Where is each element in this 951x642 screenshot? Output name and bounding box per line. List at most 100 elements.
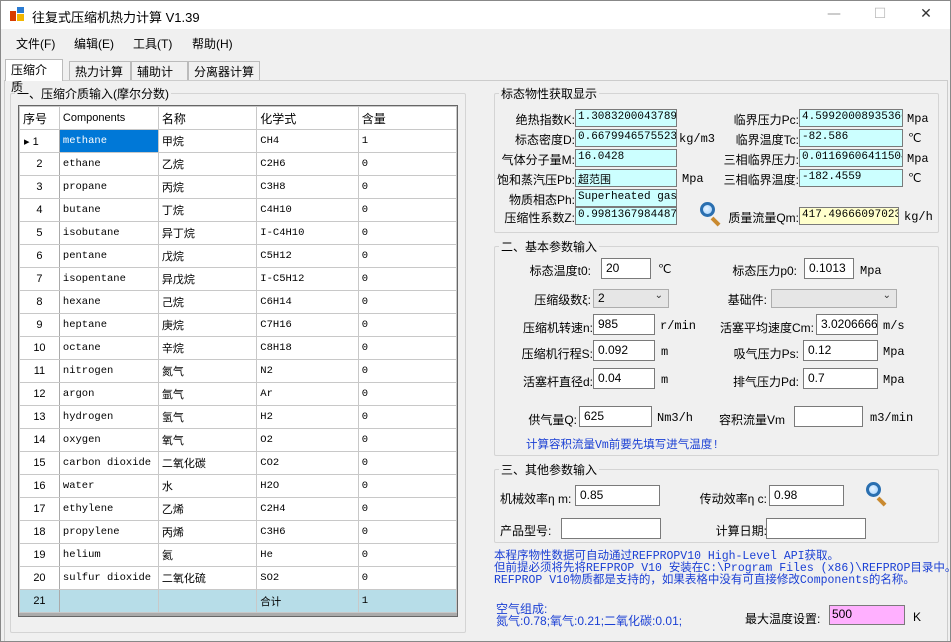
table-row[interactable]: 2 ethane 乙烷 C2H6 0 [19,152,457,176]
max-temp-input[interactable]: 500 [829,605,905,625]
cell-content[interactable]: 0 [357,175,457,199]
cell-formula[interactable]: N2 [256,359,359,383]
triple-temp-value[interactable]: -182.4559 [799,169,903,187]
cell-content[interactable]: 0 [357,290,457,314]
cell-name[interactable]: 甲烷 [157,129,258,153]
cell-index[interactable]: 14 [19,428,60,452]
pd-input[interactable]: 0.7 [803,368,878,389]
cell-content[interactable]: 0 [357,474,457,498]
table-row[interactable]: 4 butane 丁烷 C4H10 0 [19,198,457,222]
date-input[interactable] [766,518,866,539]
tc-value[interactable]: -82.586 [799,129,903,147]
cell-content[interactable]: 0 [357,382,457,406]
table-row[interactable]: 10 octane 辛烷 C8H18 0 [19,336,457,360]
supply-input[interactable]: 625 [579,406,652,427]
cell-formula[interactable]: C7H16 [256,313,359,337]
cell-component[interactable]: butane [58,198,159,222]
cell-formula[interactable]: CO2 [256,451,359,475]
cell-component[interactable] [58,589,159,613]
cell-name[interactable]: 氢气 [157,405,258,429]
speed-input[interactable]: 985 [593,314,655,335]
cell-formula[interactable]: C2H6 [256,152,359,176]
table-row[interactable]: 7 isopentane 异戊烷 I-C5H12 0 [19,267,457,291]
table-row[interactable]: 9 heptane 庚烷 C7H16 0 [19,313,457,337]
cell-name[interactable]: 乙烯 [157,497,258,521]
cell-index[interactable]: 15 [19,451,60,475]
k-value[interactable]: 1.30832000437899 [575,109,677,127]
cell-component[interactable]: argon [58,382,159,406]
stages-select[interactable]: 2 ⌄ [593,289,669,308]
cell-component[interactable]: ethylene [58,497,159,521]
cell-index[interactable]: 17 [19,497,60,521]
table-row[interactable]: 14 oxygen 氧气 O2 0 [19,428,457,452]
cell-component[interactable]: helium [58,543,159,567]
cell-index[interactable]: 9 [19,313,60,337]
menu-help[interactable]: 帮助(H) [192,35,233,52]
cell-formula[interactable]: CH4 [256,129,359,153]
maximize-button[interactable]: ☐ [857,1,903,29]
menu-file[interactable]: 文件(F) [16,35,55,52]
cell-component[interactable]: sulfur dioxide [58,566,159,590]
cell-name[interactable]: 丙烷 [157,175,258,199]
tab-separator[interactable]: 分离器计算 [188,61,260,80]
cell-index[interactable]: 7 [19,267,60,291]
cell-content[interactable]: 0 [357,428,457,452]
cell-component[interactable]: ethane [58,152,159,176]
cell-component[interactable]: hexane [58,290,159,314]
cell-formula[interactable]: I-C4H10 [256,221,359,245]
cell-index[interactable]: 4 [19,198,60,222]
tab-thermal[interactable]: 热力计算 [69,61,131,80]
cell-formula[interactable]: O2 [256,428,359,452]
table-row[interactable]: 18 propylene 丙烯 C3H6 0 [19,520,457,544]
cell-name[interactable]: 戊烷 [157,244,258,268]
cell-content[interactable]: 0 [357,543,457,567]
cell-name[interactable]: 氦 [157,543,258,567]
cell-name[interactable]: 二氧化碳 [157,451,258,475]
pb-value[interactable]: 超范围 [575,169,677,187]
cell-formula[interactable]: 合计 [256,589,359,613]
cell-formula[interactable]: C6H14 [256,290,359,314]
base-select[interactable]: ⌄ [771,289,897,308]
cell-content[interactable]: 0 [357,336,457,360]
cell-content[interactable]: 0 [357,405,457,429]
table-row[interactable]: 16 water 水 H2O 0 [19,474,457,498]
cell-formula[interactable]: C3H6 [256,520,359,544]
triple-pressure-value[interactable]: 0.0116960641150448 [799,149,903,167]
cell-component[interactable]: propylene [58,520,159,544]
cell-content[interactable]: 0 [357,267,457,291]
cell-name[interactable] [157,589,258,613]
cm-input[interactable]: 3.0206666 [816,314,878,335]
table-row[interactable]: 11 nitrogen 氮气 N2 0 [19,359,457,383]
close-button[interactable]: ✕ [903,1,949,29]
cell-formula[interactable]: C5H12 [256,244,359,268]
cell-content[interactable]: 0 [357,221,457,245]
cell-name[interactable]: 辛烷 [157,336,258,360]
cell-component[interactable]: isobutane [58,221,159,245]
cell-formula[interactable]: Ar [256,382,359,406]
cell-content[interactable]: 0 [357,497,457,521]
menu-edit[interactable]: 编辑(E) [74,35,114,52]
table-row[interactable]: 6 pentane 戊烷 C5H12 0 [19,244,457,268]
cell-index[interactable]: 18 [19,520,60,544]
col-header-formula[interactable]: 化学式 [256,106,359,130]
cell-formula[interactable]: I-C5H12 [256,267,359,291]
cell-index[interactable]: 8 [19,290,60,314]
tab-auxiliary[interactable]: 辅助计算 [131,61,188,96]
cell-content[interactable]: 0 [357,152,457,176]
t0-input[interactable]: 20 [601,258,651,279]
pc-value[interactable]: 4.59920008935366 [799,109,903,127]
model-input[interactable] [561,518,661,539]
vm-input[interactable] [794,406,863,427]
cell-name[interactable]: 乙烷 [157,152,258,176]
cell-index[interactable]: 21 [19,589,60,613]
cell-index[interactable]: 5 [19,221,60,245]
cell-name[interactable]: 己烷 [157,290,258,314]
table-row[interactable]: 3 propane 丙烷 C3H8 0 [19,175,457,199]
cell-name[interactable]: 异戊烷 [157,267,258,291]
cell-index[interactable]: 19 [19,543,60,567]
cell-component[interactable]: carbon dioxide [58,451,159,475]
cell-formula[interactable]: H2 [256,405,359,429]
table-row[interactable]: 15 carbon dioxide 二氧化碳 CO2 0 [19,451,457,475]
cell-component[interactable]: nitrogen [58,359,159,383]
cell-name[interactable]: 氩气 [157,382,258,406]
